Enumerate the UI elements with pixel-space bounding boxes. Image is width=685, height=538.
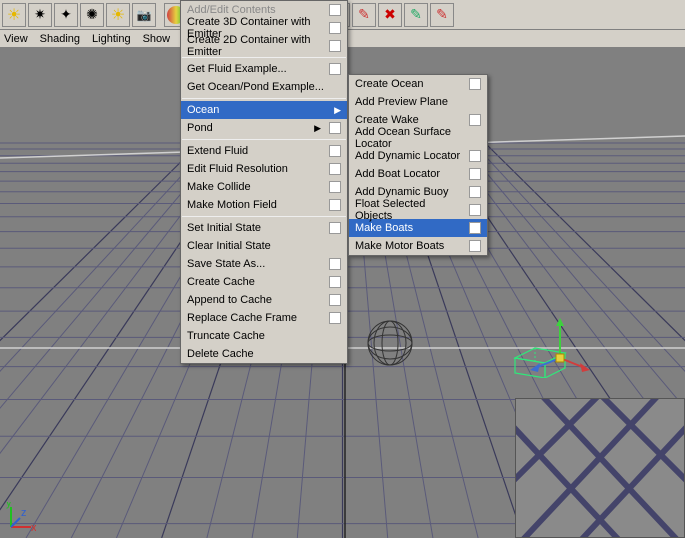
tool-cross[interactable]: ✦ xyxy=(54,3,78,27)
fluids-menu-item-16[interactable]: Clear Initial State xyxy=(181,237,347,255)
panel-menu-lighting[interactable]: Lighting xyxy=(92,33,131,45)
panel-menu-show[interactable]: Show xyxy=(143,33,171,45)
sphere-object[interactable] xyxy=(365,318,415,368)
tool-marker[interactable]: ✎ xyxy=(352,3,376,27)
option-box-icon[interactable] xyxy=(329,276,341,288)
option-box-icon[interactable] xyxy=(469,186,481,198)
svg-text:z: z xyxy=(21,507,27,519)
fluids-menu-item-5[interactable]: Get Ocean/Pond Example... xyxy=(181,78,347,96)
option-box-icon[interactable] xyxy=(469,222,481,234)
fluids-menu-item-18[interactable]: Create Cache xyxy=(181,273,347,291)
fluids-menu-item-8[interactable]: Pond▶ xyxy=(181,119,347,137)
submenu-arrow-icon: ▶ xyxy=(314,123,321,134)
option-box-icon[interactable] xyxy=(469,168,481,180)
ocean-submenu: Create OceanAdd Preview PlaneCreate Wake… xyxy=(348,74,488,256)
tool-brush2[interactable]: ✎ xyxy=(404,3,428,27)
fluids-menu-item-21[interactable]: Truncate Cache xyxy=(181,327,347,345)
ocean-menu-item-5[interactable]: Add Boat Locator xyxy=(349,165,487,183)
fluids-menu-item-15[interactable]: Set Initial State xyxy=(181,219,347,237)
axis-gizmo: y x z xyxy=(6,502,36,532)
fluids-menu-item-11[interactable]: Edit Fluid Resolution xyxy=(181,160,347,178)
option-box-icon[interactable] xyxy=(329,199,341,211)
tool-marker2[interactable]: ✎ xyxy=(430,3,454,27)
fluids-menu-item-22[interactable]: Delete Cache xyxy=(181,345,347,363)
fluids-menu-item-19[interactable]: Append to Cache xyxy=(181,291,347,309)
fluids-context-menu: Add/Edit ContentsCreate 3D Container wit… xyxy=(180,0,348,364)
panel-menu-shading[interactable]: Shading xyxy=(40,33,80,45)
submenu-arrow-icon: ▶ xyxy=(334,105,341,116)
option-box-icon[interactable] xyxy=(469,240,481,252)
ocean-menu-item-3[interactable]: Add Ocean Surface Locator xyxy=(349,129,487,147)
option-box-icon[interactable] xyxy=(329,22,341,34)
tool-sun2[interactable]: ☀ xyxy=(106,3,130,27)
tool-burst[interactable]: ✷ xyxy=(28,3,52,27)
ocean-menu-item-1[interactable]: Add Preview Plane xyxy=(349,93,487,111)
option-box-icon[interactable] xyxy=(329,4,341,16)
fluids-menu-item-13[interactable]: Make Motion Field xyxy=(181,196,347,214)
tool-sun[interactable]: ☀ xyxy=(2,3,26,27)
ocean-menu-item-4[interactable]: Add Dynamic Locator xyxy=(349,147,487,165)
option-box-icon[interactable] xyxy=(469,78,481,90)
option-box-icon[interactable] xyxy=(469,114,481,126)
tool-xmark[interactable]: ✖ xyxy=(378,3,402,27)
fluids-menu-item-4[interactable]: Get Fluid Example... xyxy=(181,60,347,78)
option-box-icon[interactable] xyxy=(329,222,341,234)
inset-view[interactable] xyxy=(515,398,685,538)
svg-text:y: y xyxy=(6,502,12,509)
tool-camera[interactable]: 📷 xyxy=(132,3,156,27)
option-box-icon[interactable] xyxy=(329,312,341,324)
panel-menu-view[interactable]: View xyxy=(4,33,28,45)
fluids-menu-item-10[interactable]: Extend Fluid xyxy=(181,142,347,160)
option-box-icon[interactable] xyxy=(329,63,341,75)
tool-ray[interactable]: ✺ xyxy=(80,3,104,27)
option-box-icon[interactable] xyxy=(329,40,341,52)
option-box-icon[interactable] xyxy=(329,163,341,175)
fluids-menu-item-2[interactable]: Create 2D Container with Emitter xyxy=(181,37,347,55)
fluids-menu-item-17[interactable]: Save State As... xyxy=(181,255,347,273)
option-box-icon[interactable] xyxy=(329,258,341,270)
fluids-menu-item-7[interactable]: Ocean▶ xyxy=(181,101,347,119)
fluids-menu-item-12[interactable]: Make Collide xyxy=(181,178,347,196)
ocean-menu-item-0[interactable]: Create Ocean xyxy=(349,75,487,93)
fluids-menu-item-20[interactable]: Replace Cache Frame xyxy=(181,309,347,327)
ocean-menu-item-7[interactable]: Float Selected Objects xyxy=(349,201,487,219)
option-box-icon[interactable] xyxy=(329,294,341,306)
option-box-icon[interactable] xyxy=(329,122,341,134)
move-manipulator[interactable] xyxy=(530,318,590,378)
ocean-menu-item-9[interactable]: Make Motor Boats xyxy=(349,237,487,255)
option-box-icon[interactable] xyxy=(329,181,341,193)
option-box-icon[interactable] xyxy=(329,145,341,157)
option-box-icon[interactable] xyxy=(469,204,481,216)
svg-text:x: x xyxy=(31,522,36,532)
option-box-icon[interactable] xyxy=(469,150,481,162)
